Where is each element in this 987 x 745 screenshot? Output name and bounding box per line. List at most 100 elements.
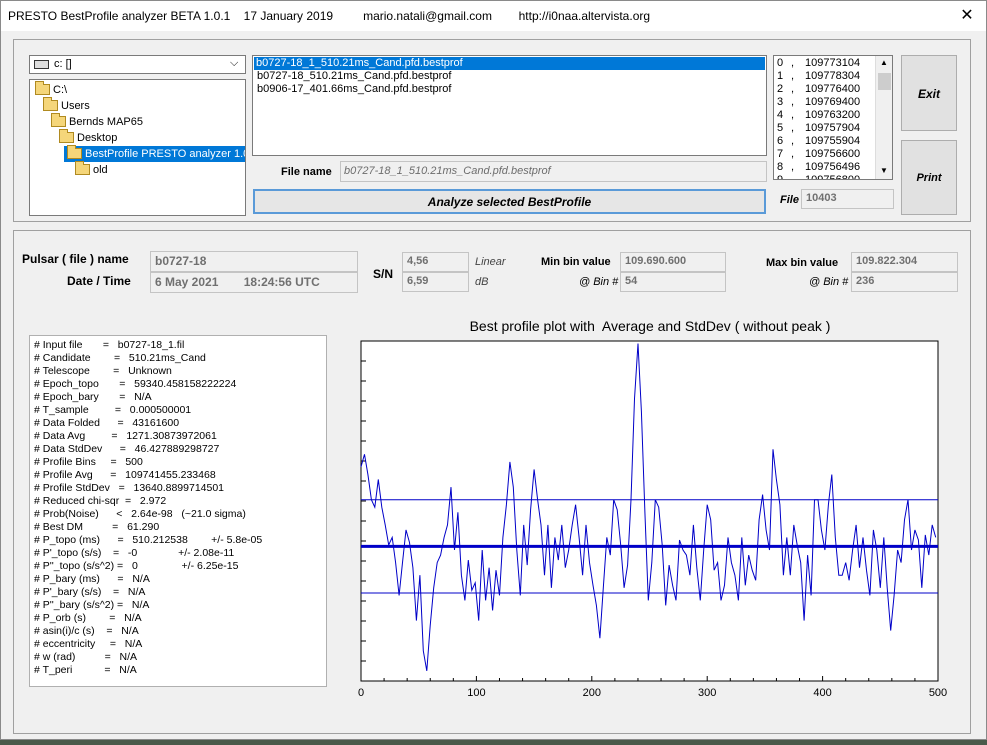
x-tick-label: 0 bbox=[358, 687, 364, 699]
info-line: # P_bary (ms) = N/A bbox=[34, 573, 150, 585]
bin-value: 109756600 bbox=[805, 148, 861, 160]
x-tick-label: 400 bbox=[813, 687, 831, 699]
file-item[interactable]: b0727-18_1_510.21ms_Cand.pfd.bestprof bbox=[254, 57, 765, 70]
bin-item[interactable]: 8, 109756496 bbox=[777, 161, 860, 174]
bin-separator: , bbox=[791, 161, 795, 173]
bin-value: 109773104 bbox=[805, 57, 861, 69]
folder-item[interactable]: old bbox=[72, 161, 108, 178]
title-bar: PRESTO BestProfile analyzer BETA 1.0.1 1… bbox=[1, 1, 986, 31]
folder-item[interactable]: BestProfile PRESTO analyzer 1.0.1.e bbox=[64, 145, 245, 162]
date-value: 6 May 2021 bbox=[155, 275, 219, 289]
file-name-field: b0727-18_1_510.21ms_Cand.pfd.bestprof bbox=[340, 161, 767, 182]
info-line: # Reduced chi-sqr = 2.972 bbox=[34, 495, 167, 507]
bin-separator: , bbox=[791, 148, 795, 160]
folder-label: old bbox=[93, 164, 108, 176]
bin-item[interactable]: 9, 109756800 bbox=[777, 174, 861, 180]
folder-label: BestProfile PRESTO analyzer 1.0.1.e bbox=[85, 148, 245, 160]
exit-button[interactable]: Exit bbox=[901, 55, 957, 131]
file-item[interactable]: b0906-17_401.66ms_Cand.pfd.bestprof bbox=[255, 83, 453, 96]
file-list[interactable]: b0727-18_1_510.21ms_Cand.pfd.bestprof b07… bbox=[252, 55, 767, 156]
sn-db-label: dB bbox=[475, 276, 489, 288]
x-tick-label: 100 bbox=[467, 687, 485, 699]
chevron-down-icon[interactable]: ⌵ bbox=[230, 57, 238, 70]
bin-index: 6 bbox=[777, 135, 784, 147]
info-line: # P_orb (s) = N/A bbox=[34, 612, 142, 624]
min-bin-index-label: @ Bin # bbox=[579, 276, 619, 288]
bin-index: 8 bbox=[777, 161, 784, 173]
folder-tree[interactable]: C:\ Users Bernds MAP65 Desktop BestProfile P… bbox=[29, 79, 246, 216]
info-line: # Prob(Noise) < 2.64e-98 (~21.0 sigma) bbox=[34, 508, 246, 520]
bin-index: 4 bbox=[777, 109, 784, 121]
bin-index: 2 bbox=[777, 83, 784, 95]
analyze-button[interactable]: Analyze selected BestProfile bbox=[253, 189, 766, 214]
info-line: # P'_bary (s/s) = N/A bbox=[34, 586, 146, 598]
date-time-label: Date / Time bbox=[67, 274, 131, 288]
info-line: # Data Folded = 43161600 bbox=[34, 417, 180, 429]
file-name-label: File name bbox=[281, 166, 332, 178]
info-line: # Input file = b0727-18_1.fil bbox=[34, 339, 185, 351]
bin-item[interactable]: 4, 109763200 bbox=[777, 109, 860, 122]
info-line: # Candidate = 510.21ms_Cand bbox=[34, 352, 206, 364]
bin-index: 0 bbox=[777, 57, 784, 69]
bin-values-list[interactable]: ▲ ▼ 0, 109773104 1, 109778304 2, 109776400 3, 1… bbox=[773, 55, 893, 180]
folder-icon bbox=[67, 145, 82, 159]
bin-item[interactable]: 7, 109756600 bbox=[777, 148, 860, 161]
scrollbar[interactable]: ▲ ▼ bbox=[875, 56, 892, 179]
time-value: 18:24:56 UTC bbox=[243, 275, 320, 289]
bin-index: 9 bbox=[777, 174, 784, 180]
bin-item[interactable]: 6, 109755904 bbox=[777, 135, 860, 148]
info-line: # Data StdDev = 46.427889298727 bbox=[34, 443, 220, 455]
close-icon[interactable]: ✕ bbox=[951, 3, 983, 29]
bin-item[interactable]: 1, 109778304 bbox=[777, 70, 860, 83]
bin-value: 109757904 bbox=[805, 122, 861, 134]
folder-item[interactable]: Bernds MAP65 bbox=[48, 113, 143, 130]
folder-label: Desktop bbox=[77, 132, 118, 144]
scroll-down-icon[interactable]: ▼ bbox=[880, 166, 888, 175]
print-button[interactable]: Print bbox=[901, 140, 957, 215]
folder-label: Users bbox=[61, 100, 90, 112]
bin-value: 109756800 bbox=[805, 174, 861, 180]
folder-icon bbox=[59, 129, 74, 143]
min-bin-field: 109.690.600 bbox=[620, 252, 726, 272]
info-line: # Profile Avg = 109741455.233468 bbox=[34, 469, 216, 481]
bin-item[interactable]: 0, 109773104 bbox=[777, 57, 860, 70]
drive-icon bbox=[34, 60, 49, 69]
x-tick-label: 500 bbox=[929, 687, 947, 699]
pulsar-name-field: b0727-18 bbox=[150, 251, 358, 272]
info-line: # Epoch_bary = N/A bbox=[34, 391, 152, 403]
file-item[interactable]: b0727-18_510.21ms_Cand.pfd.bestprof bbox=[255, 70, 453, 83]
sn-linear-field: 4,56 bbox=[402, 252, 469, 272]
info-line: # Best DM = 61.290 bbox=[34, 521, 160, 533]
date-time-field: 6 May 2021 18:24:56 UTC bbox=[150, 272, 358, 293]
folder-item[interactable]: Desktop bbox=[56, 129, 118, 146]
bin-separator: , bbox=[791, 83, 795, 95]
file-size-field: 10403 bbox=[801, 189, 894, 209]
folder-icon bbox=[35, 81, 50, 95]
scroll-thumb[interactable] bbox=[878, 73, 891, 90]
max-bin-index-field: 236 bbox=[851, 272, 958, 292]
info-line: # asin(i)/c (s) = N/A bbox=[34, 625, 139, 637]
info-line: # P''_topo (s/s^2) = 0 +/- 6.25e-15 bbox=[34, 560, 239, 572]
bestprof-info-box: # Input file = b0727-18_1.fil # Candidate… bbox=[29, 335, 327, 687]
folder-item[interactable]: C:\ bbox=[32, 81, 67, 98]
bin-item[interactable]: 5, 109757904 bbox=[777, 122, 860, 135]
max-bin-index-label: @ Bin # bbox=[809, 276, 849, 288]
bin-value: 109763200 bbox=[805, 109, 861, 121]
bin-item[interactable]: 3, 109769400 bbox=[777, 96, 860, 109]
folder-label: Bernds MAP65 bbox=[69, 116, 143, 128]
bin-separator: , bbox=[791, 135, 795, 147]
folder-icon bbox=[75, 161, 90, 175]
bin-separator: , bbox=[791, 70, 795, 82]
info-line: # T_peri = N/A bbox=[34, 664, 137, 676]
info-line: # Epoch_topo = 59340.458158222224 bbox=[34, 378, 237, 390]
drive-select[interactable]: c: [] ⌵ bbox=[29, 55, 246, 74]
folder-icon bbox=[51, 113, 66, 127]
bin-separator: , bbox=[791, 122, 795, 134]
scroll-up-icon[interactable]: ▲ bbox=[880, 58, 888, 67]
bin-separator: , bbox=[791, 109, 795, 121]
app-window: PRESTO BestProfile analyzer BETA 1.0.1 1… bbox=[0, 0, 987, 740]
chart-title: Best profile plot with Average and StdDe… bbox=[469, 318, 831, 334]
bin-index: 1 bbox=[777, 70, 784, 82]
bin-item[interactable]: 2, 109776400 bbox=[777, 83, 860, 96]
folder-item[interactable]: Users bbox=[40, 97, 90, 114]
